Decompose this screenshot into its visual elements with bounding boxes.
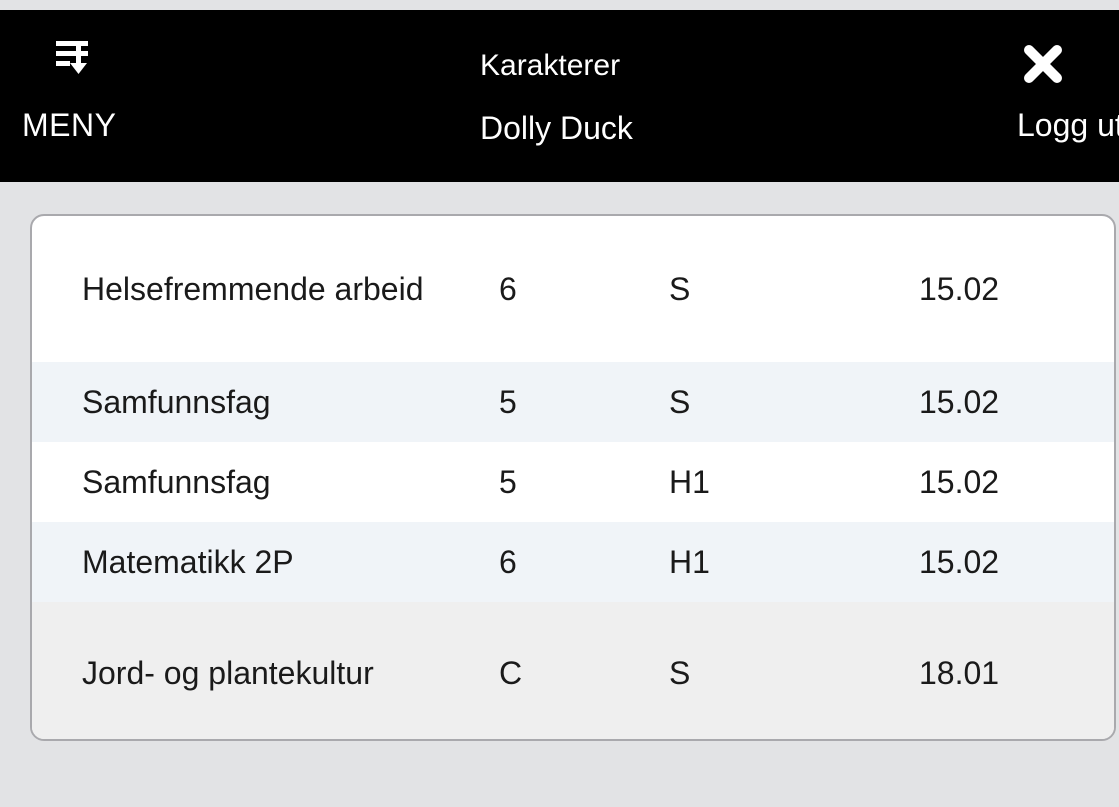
term-cell: S: [669, 271, 691, 307]
top-bar: MENY Karakterer Dolly Duck Logg ut: [0, 10, 1119, 182]
logout-label: Logg ut: [1017, 107, 1119, 143]
grade-row[interactable]: Jord- og plantekultur C S 18.01: [32, 602, 1114, 739]
date-cell: 15.02: [919, 464, 1000, 500]
student-name: Dolly Duck: [480, 110, 633, 146]
grade-row[interactable]: Matematikk 2P 6 H1 15.02: [32, 522, 1114, 602]
close-icon: [1024, 45, 1062, 83]
grade-cell: 5: [499, 464, 517, 500]
subject-cell: Samfunnsfag: [82, 384, 271, 420]
subject-cell: Jord- og plantekultur: [82, 654, 374, 691]
term-cell: H1: [669, 544, 710, 580]
grade-cell: 6: [499, 544, 517, 580]
date-cell: 15.02: [919, 384, 1000, 420]
grades-table: Helsefremmende arbeid 6 S 15.02 Samfunns…: [30, 214, 1116, 741]
subject-cell: Samfunnsfag: [82, 464, 271, 500]
date-cell: 18.01: [919, 654, 1000, 691]
grade-row[interactable]: Samfunnsfag 5 H1 15.02: [32, 442, 1114, 522]
grade-cell: C: [499, 654, 523, 691]
page-title: Karakterer: [480, 49, 621, 82]
subject-cell: Matematikk 2P: [82, 544, 294, 580]
date-cell: 15.02: [919, 271, 1000, 307]
header-center: Karakterer Dolly Duck: [480, 48, 780, 148]
term-cell: S: [669, 384, 691, 420]
logout-button[interactable]: Logg ut: [960, 10, 1119, 182]
term-cell: H1: [669, 464, 710, 500]
date-cell: 15.02: [919, 544, 1000, 580]
menu-button[interactable]: MENY: [0, 10, 170, 182]
grade-row[interactable]: Helsefremmende arbeid 6 S 15.02: [32, 216, 1114, 362]
grade-cell: 5: [499, 384, 517, 420]
term-cell: S: [669, 654, 691, 691]
subject-cell: Helsefremmende arbeid: [82, 271, 424, 307]
menu-label: MENY: [22, 107, 117, 143]
grade-cell: 6: [499, 271, 517, 307]
grade-row[interactable]: Samfunnsfag 5 S 15.02: [32, 362, 1114, 442]
menu-list-icon: [56, 41, 88, 74]
